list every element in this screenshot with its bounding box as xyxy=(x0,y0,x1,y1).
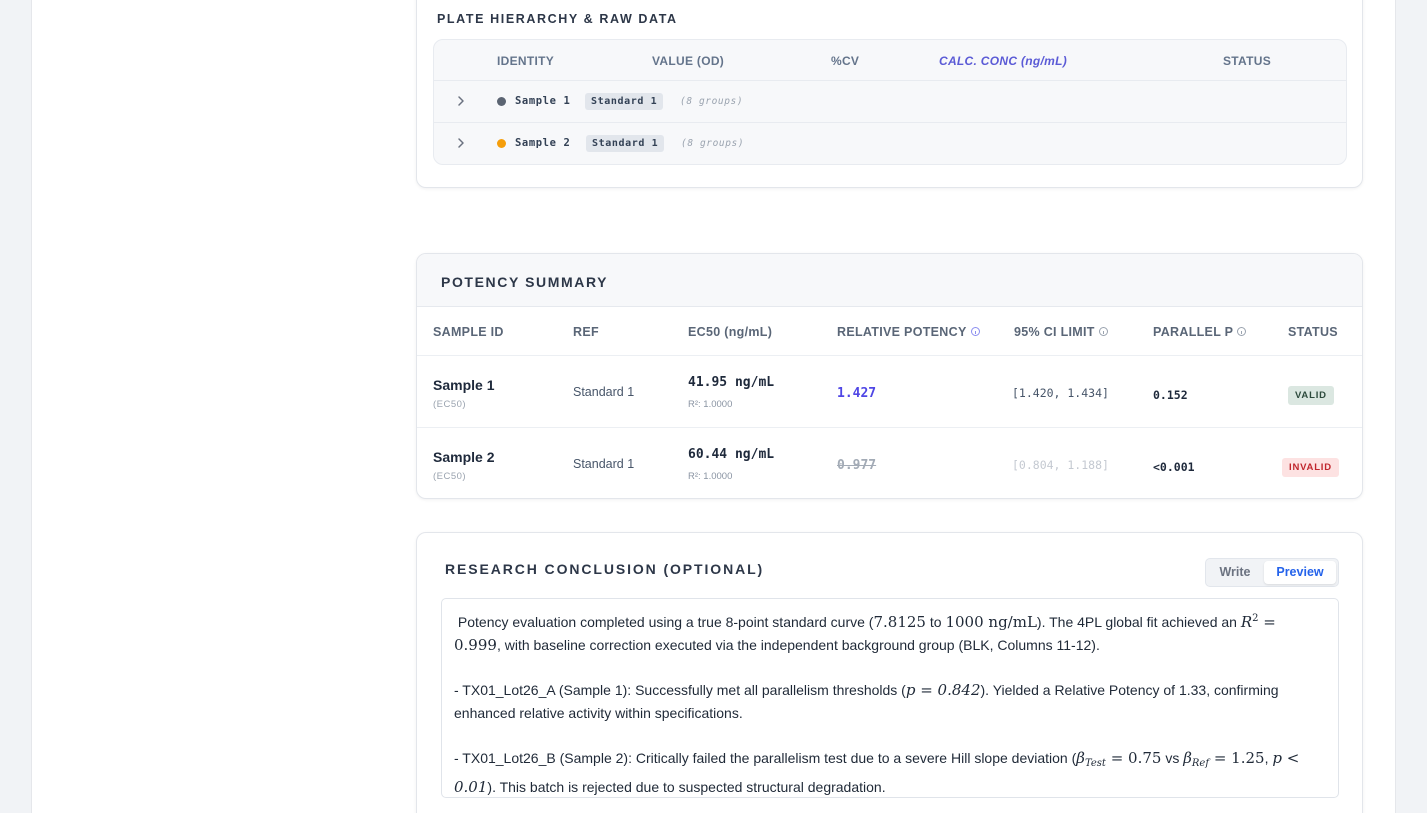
parallel-p-value: <0.001 xyxy=(1153,460,1195,474)
conclusion-paragraph-2: - TX01_Lot26_A (Sample 1): Successfully … xyxy=(454,679,1326,724)
research-conclusion-card: RESEARCH CONCLUSION (OPTIONAL) Write Pre… xyxy=(416,532,1363,813)
relative-potency-value: 0.977 xyxy=(837,458,877,473)
text: ). The 4PL global fit achieved an xyxy=(1036,614,1241,630)
plate-group-count: (8 groups) xyxy=(681,138,745,149)
math-number: 7.8125 xyxy=(873,613,926,631)
potency-row-sample-1: Sample 1 (EC50) Standard 1 41.95 ng/mL R… xyxy=(417,356,1362,428)
sample-id-sub: (EC50) xyxy=(433,399,467,410)
col-parallel-p: PARALLEL P xyxy=(1153,325,1247,339)
reference-name: Standard 1 xyxy=(573,457,635,471)
text: , with baseline correction executed via … xyxy=(496,636,1100,653)
math: βTest = 0.75 xyxy=(1076,749,1162,769)
parallel-p-value: 0.152 xyxy=(1153,388,1188,402)
sample-id: Sample 1 xyxy=(433,377,495,393)
relative-potency-value: 1.427 xyxy=(837,386,877,401)
math-unit: ng/mL xyxy=(988,613,1037,631)
col-status: STATUS xyxy=(1288,325,1338,339)
text: - TX01_Lot26_A (Sample 1): Successfully … xyxy=(454,682,906,698)
conclusion-paragraph-3: - TX01_Lot26_B (Sample 2): Critically fa… xyxy=(454,747,1326,798)
col-sample-id: SAMPLE ID xyxy=(433,325,504,339)
text: Potency evaluation completed using a tru… xyxy=(457,614,874,630)
math-var: β xyxy=(1183,749,1192,767)
math-var: β xyxy=(1076,749,1085,767)
plate-sample-name: Sample 2 xyxy=(515,137,571,149)
math: 1000 ng/mL xyxy=(945,613,1036,631)
col-status: STATUS xyxy=(1223,54,1272,68)
math: βRef = 1.25 xyxy=(1183,749,1265,769)
math: 7.8125 xyxy=(873,613,926,631)
math-sub: Ref xyxy=(1191,758,1210,769)
col-ci-limit-label: 95% CI LIMIT xyxy=(1014,325,1095,339)
col-ci-limit: 95% CI LIMIT xyxy=(1014,325,1108,339)
reference-name: Standard 1 xyxy=(573,385,635,399)
plate-table: IDENTITY VALUE (OD) %CV CALC. CONC (ng/m… xyxy=(433,39,1347,165)
sample-color-dot xyxy=(497,97,506,106)
text: to xyxy=(925,614,946,630)
col-value-od: VALUE (OD) xyxy=(652,54,725,68)
conclusion-preview[interactable]: Potency evaluation completed using a tru… xyxy=(441,598,1339,798)
plate-group-count: (8 groups) xyxy=(680,96,744,107)
math-eq: = 1.25 xyxy=(1209,749,1265,767)
math-eq: = 0.75 xyxy=(1105,749,1162,767)
plate-reference-badge: Standard 1 xyxy=(586,135,665,152)
ci-limit-value: [1.420, 1.434] xyxy=(1012,386,1109,400)
r2-value: R²: 1.0000 xyxy=(688,471,733,482)
tab-write[interactable]: Write xyxy=(1210,561,1260,584)
plate-hierarchy-title: PLATE HIERARCHY & RAW DATA xyxy=(437,12,678,26)
text: - TX01_Lot26_B (Sample 2): Critically fa… xyxy=(454,750,1077,766)
col-relative-potency-label: RELATIVE POTENCY xyxy=(837,325,967,339)
sample-color-dot xyxy=(497,139,506,148)
plate-hierarchy-card: PLATE HIERARCHY & RAW DATA IDENTITY VALU… xyxy=(416,0,1363,188)
math-number: 1000 xyxy=(945,613,984,631)
conclusion-paragraph-1: Potency evaluation completed using a tru… xyxy=(454,608,1326,656)
col-ref: REF xyxy=(573,325,599,339)
research-conclusion-title: RESEARCH CONCLUSION (OPTIONAL) xyxy=(445,561,765,577)
editor-mode-tabs: Write Preview xyxy=(1205,558,1339,587)
potency-table-header: SAMPLE ID REF EC50 (ng/mL) RELATIVE POTE… xyxy=(417,307,1362,356)
potency-summary-title: POTENCY SUMMARY xyxy=(441,274,609,290)
info-icon[interactable] xyxy=(1098,327,1108,336)
plate-reference-badge: Standard 1 xyxy=(585,93,664,110)
plate-table-header: IDENTITY VALUE (OD) %CV CALC. CONC (ng/m… xyxy=(434,40,1346,81)
info-icon[interactable] xyxy=(970,327,980,336)
chevron-right-icon[interactable] xyxy=(454,94,468,108)
plate-row-sample-2[interactable]: Sample 2 Standard 1 (8 groups) xyxy=(434,123,1346,164)
potency-summary-card: POTENCY SUMMARY SAMPLE ID REF EC50 (ng/m… xyxy=(416,253,1363,499)
potency-summary-header: POTENCY SUMMARY xyxy=(417,254,1362,307)
math: p = 0.842 xyxy=(905,681,981,699)
plate-sample-name: Sample 1 xyxy=(515,95,571,107)
info-icon[interactable] xyxy=(1237,327,1247,336)
text: ). This batch is rejected due to suspect… xyxy=(487,778,886,795)
chevron-right-icon[interactable] xyxy=(454,136,468,150)
col-calc-conc: CALC. CONC (ng/mL) xyxy=(939,54,1068,68)
sample-id: Sample 2 xyxy=(433,449,495,465)
math-sub: Test xyxy=(1084,758,1106,769)
potency-row-sample-2: Sample 2 (EC50) Standard 1 60.44 ng/mL R… xyxy=(417,428,1362,498)
r2-value: R²: 1.0000 xyxy=(688,399,733,410)
text: vs xyxy=(1161,750,1184,766)
col-ec50: EC50 (ng/mL) xyxy=(688,325,773,339)
ec50-value: 60.44 ng/mL xyxy=(688,447,775,462)
col-parallel-p-label: PARALLEL P xyxy=(1153,325,1234,339)
status-badge: INVALID xyxy=(1282,458,1339,477)
ec50-value: 41.95 ng/mL xyxy=(688,375,775,390)
col-cv: %CV xyxy=(831,54,860,68)
plate-row-sample-1[interactable]: Sample 1 Standard 1 (8 groups) xyxy=(434,81,1346,123)
math-var: R xyxy=(1240,613,1253,631)
col-relative-potency: RELATIVE POTENCY xyxy=(837,325,980,339)
status-badge: VALID xyxy=(1288,386,1334,405)
tab-preview[interactable]: Preview xyxy=(1264,561,1336,584)
sample-id-sub: (EC50) xyxy=(433,471,467,482)
ci-limit-value: [0.804, 1.188] xyxy=(1012,458,1109,472)
col-identity: IDENTITY xyxy=(497,54,555,68)
